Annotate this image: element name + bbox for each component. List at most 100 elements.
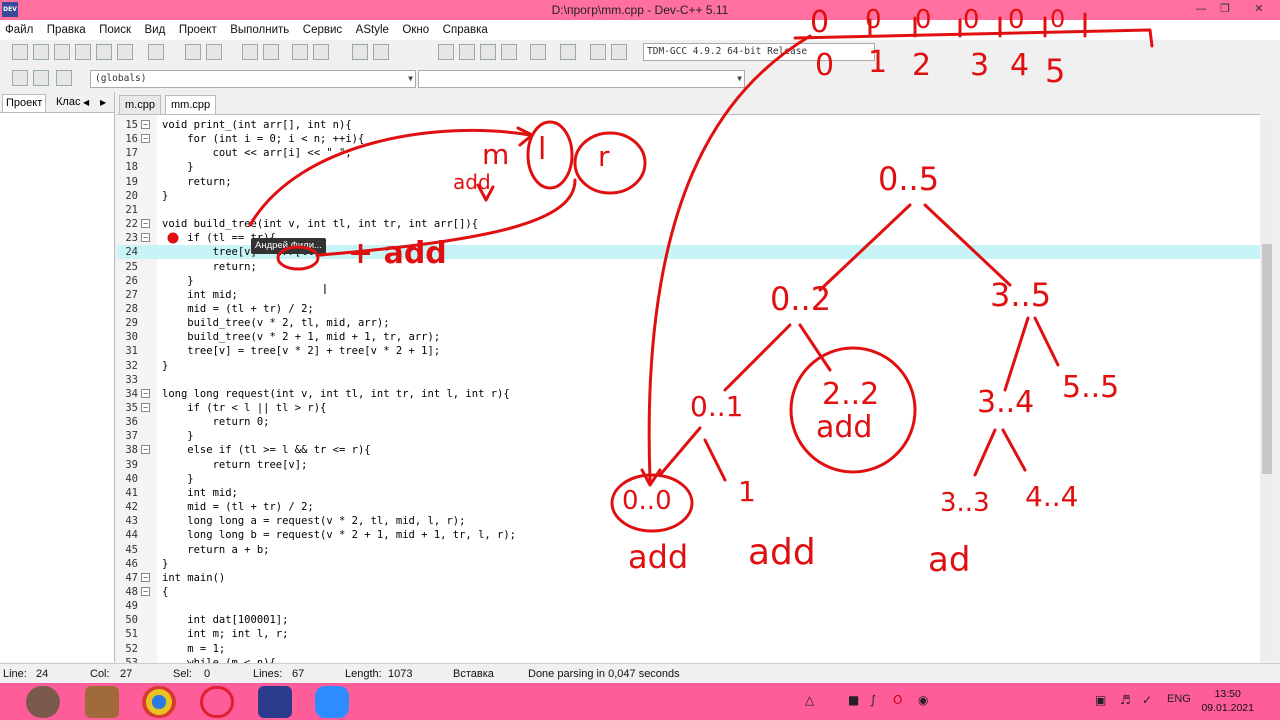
code-line[interactable]: 29 build_tree(v * 2, tl, mid, arr);	[117, 316, 1260, 330]
restore-icon[interactable]: ❐	[1210, 0, 1240, 18]
network-icon[interactable]: ▣	[1095, 693, 1106, 707]
code-line[interactable]: 27 int mid;	[117, 288, 1260, 302]
onedrive-icon[interactable]: ✓	[1142, 693, 1152, 707]
replace-icon[interactable]	[263, 44, 279, 60]
volume-icon[interactable]: ♬	[1120, 693, 1131, 707]
code-line[interactable]: 40 }	[117, 472, 1260, 486]
scope-combo[interactable]: (globals) ▼	[90, 70, 416, 88]
bookmark-icon[interactable]	[313, 44, 329, 60]
new-file-icon[interactable]	[12, 44, 28, 60]
code-line[interactable]: 16− for (int i = 0; i < n; ++i){	[117, 132, 1260, 146]
code-line[interactable]: 19 return;	[117, 175, 1260, 189]
fold-toggle-icon[interactable]: −	[141, 403, 150, 412]
tab-m-cpp[interactable]: m.cpp	[119, 95, 161, 114]
code-line[interactable]: 31 tree[v] = tree[v * 2] + tree[v * 2 + …	[117, 344, 1260, 358]
code-line[interactable]: 47− int main()	[117, 571, 1260, 585]
indent-icon[interactable]	[352, 44, 368, 60]
bluetooth-icon[interactable]: ∫	[870, 693, 876, 707]
insert-icon[interactable]	[33, 70, 49, 86]
compile-run-icon[interactable]	[480, 44, 496, 60]
code-line[interactable]: 42 mid = (tl + tr) / 2;	[117, 500, 1260, 514]
toggle-icon[interactable]	[56, 70, 72, 86]
editor-scrollbar[interactable]	[1260, 114, 1274, 662]
fold-toggle-icon[interactable]: −	[141, 219, 150, 229]
photos-app-icon[interactable]	[85, 686, 119, 718]
code-line[interactable]: 28 mid = (tl + tr) / 2;	[117, 302, 1260, 316]
menu-execute[interactable]: Выполнить	[225, 20, 294, 40]
code-line[interactable]: 38− else if (tl >= l && tr <= r){	[117, 443, 1260, 457]
speaker-app-icon[interactable]	[26, 686, 60, 718]
code-line[interactable]: 26 }	[117, 274, 1260, 288]
debug-icon[interactable]	[611, 44, 627, 60]
fold-toggle-icon[interactable]: −	[141, 120, 150, 129]
menu-tools[interactable]: Сервис	[298, 20, 347, 40]
tray-app2-icon[interactable]: ◉	[918, 693, 928, 707]
fold-toggle-icon[interactable]: −	[141, 572, 150, 582]
menu-astyle[interactable]: AStyle	[351, 20, 394, 40]
fold-toggle-icon[interactable]: −	[141, 233, 150, 243]
chrome-icon[interactable]	[142, 686, 176, 718]
unindent-icon[interactable]	[373, 44, 389, 60]
fold-toggle-icon[interactable]: −	[141, 445, 150, 455]
tray-up-arrow-icon[interactable]: △	[805, 693, 814, 707]
close-file-icon[interactable]	[96, 44, 112, 60]
code-line[interactable]: 17 cout << arr[i] << " ";	[117, 146, 1260, 160]
menu-search[interactable]: Поиск	[94, 20, 136, 40]
code-line[interactable]: 25 return;	[117, 260, 1260, 274]
stop-icon[interactable]	[560, 44, 576, 60]
function-combo[interactable]: ▼	[418, 70, 745, 88]
close-all-icon[interactable]	[117, 44, 133, 60]
compile-icon[interactable]	[438, 44, 454, 60]
code-line[interactable]: 35− if (tr < l || tl > r){	[117, 401, 1260, 415]
run-icon[interactable]	[459, 44, 475, 60]
code-line[interactable]: 15− void print_(int arr[], int n){	[117, 118, 1260, 132]
language-indicator[interactable]: ENG	[1167, 693, 1191, 705]
code-line[interactable]: 52 m = 1;	[117, 642, 1260, 656]
check-icon[interactable]	[530, 44, 546, 60]
code-line[interactable]: 21	[117, 203, 1260, 217]
tab-mm-cpp[interactable]: mm.cpp	[165, 95, 217, 114]
menu-file[interactable]: Файл	[0, 20, 38, 40]
find-icon[interactable]	[242, 44, 258, 60]
code-line[interactable]: 41 int mid;	[117, 486, 1260, 500]
save-icon[interactable]	[54, 44, 70, 60]
code-line[interactable]: 22− void build_tree(int v, int tl, int tr…	[117, 217, 1260, 231]
code-line[interactable]: 34− long long request(int v, int tl, int …	[117, 387, 1260, 401]
code-line[interactable]: 30 build_tree(v * 2 + 1, mid + 1, tr, ar…	[117, 330, 1260, 344]
code-line[interactable]: 39 return tree[v];	[117, 458, 1260, 472]
menu-project[interactable]: Проект	[174, 20, 222, 40]
scrollbar-thumb[interactable]	[1262, 244, 1272, 474]
tab-project[interactable]: Проект	[2, 94, 47, 112]
code-line[interactable]: 46}	[117, 557, 1260, 571]
tab-classes[interactable]: Клас	[53, 94, 83, 111]
code-line[interactable]: 51 int m; int l, r;	[117, 627, 1260, 641]
code-line[interactable]: 48− {	[117, 585, 1260, 599]
print-icon[interactable]	[148, 44, 164, 60]
class-browser-icon[interactable]	[12, 70, 28, 86]
code-line[interactable]: 32}	[117, 359, 1260, 373]
menu-window[interactable]: Окно	[397, 20, 434, 40]
redo-icon[interactable]	[206, 44, 222, 60]
code-line[interactable]: 36 return 0;	[117, 415, 1260, 429]
goto-line-icon[interactable]	[292, 44, 308, 60]
zoom-icon[interactable]	[315, 686, 349, 718]
code-line[interactable]: 44 long long b = request(v * 2 + 1, mid …	[117, 528, 1260, 542]
opera-icon[interactable]	[200, 686, 234, 718]
fold-toggle-icon[interactable]: −	[141, 586, 150, 596]
save-all-icon[interactable]	[75, 44, 91, 60]
menu-help[interactable]: Справка	[438, 20, 493, 40]
opera-tray-icon[interactable]: O	[893, 693, 902, 707]
rebuild-icon[interactable]	[501, 44, 517, 60]
code-line[interactable]: 33	[117, 373, 1260, 387]
devcpp-taskbar-icon[interactable]	[258, 686, 292, 718]
code-line[interactable]: 50 int dat[100001];	[117, 613, 1260, 627]
menu-edit[interactable]: Правка	[42, 20, 91, 40]
code-line[interactable]: 18 }	[117, 160, 1260, 174]
code-line[interactable]: 37 }	[117, 429, 1260, 443]
code-editor[interactable]: 15− void print_(int arr[], int n){16− for…	[117, 114, 1260, 663]
fold-toggle-icon[interactable]: −	[141, 388, 150, 398]
profile-chart-icon[interactable]	[590, 44, 606, 60]
menu-view[interactable]: Вид	[140, 20, 171, 40]
code-line[interactable]: 20}	[117, 189, 1260, 203]
code-line[interactable]: 53 while (m < n){	[117, 656, 1260, 663]
